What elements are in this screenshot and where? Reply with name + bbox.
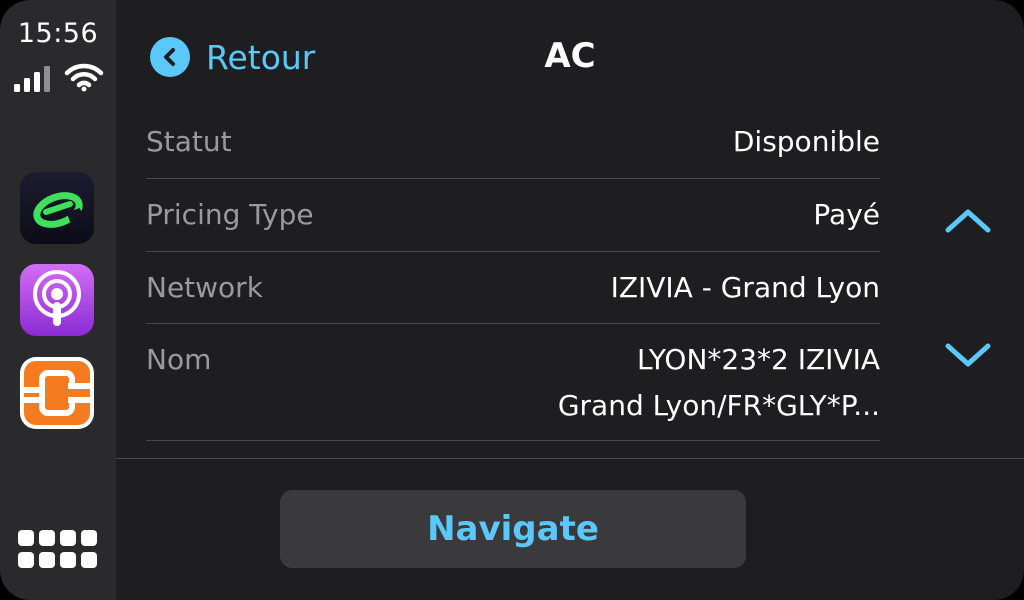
detail-row-network: Network IZIVIA - Grand Lyon xyxy=(146,266,880,324)
detail-value: IZIVIA - Grand Lyon xyxy=(610,271,880,304)
detail-row-pricing-type: Pricing Type Payé xyxy=(146,193,880,252)
charging-app-icon[interactable] xyxy=(20,357,94,429)
detail-value: Disponible xyxy=(732,125,880,158)
main-panel: Retour AC Statut Disponible Pricing Type… xyxy=(116,0,1024,600)
wifi-icon xyxy=(64,63,104,92)
detail-label: Network xyxy=(146,271,263,304)
back-button[interactable]: Retour xyxy=(150,36,315,78)
chevron-left-icon xyxy=(150,37,190,77)
cellular-signal-icon xyxy=(14,66,50,92)
scroll-down-chevron-icon[interactable] xyxy=(944,340,992,370)
detail-label: Pricing Type xyxy=(146,198,314,231)
back-label: Retour xyxy=(206,37,316,77)
detail-label: Statut xyxy=(146,125,232,158)
status-indicators xyxy=(14,62,104,92)
carplay-screen: 15:56 Retour AC Statut Disponible Pricin… xyxy=(0,0,1024,600)
page-title: AC xyxy=(544,36,596,76)
detail-value-line1: LYON*23*2 IZIVIA xyxy=(636,343,880,376)
divider xyxy=(116,458,1024,459)
navigate-button[interactable]: Navigate xyxy=(280,490,746,568)
detail-value-line2: Grand Lyon/FR*GLY*P... xyxy=(557,389,880,422)
detail-label: Nom xyxy=(146,343,212,376)
chargemap-app-icon[interactable] xyxy=(20,172,94,244)
dashboard-grid-icon[interactable] xyxy=(18,530,98,572)
detail-row-name: Nom LYON*23*2 IZIVIA Grand Lyon/FR*GLY*P… xyxy=(146,338,880,441)
podcasts-app-icon[interactable] xyxy=(20,264,94,336)
detail-row-status: Statut Disponible xyxy=(146,120,880,179)
status-time: 15:56 xyxy=(17,18,99,49)
sidebar: 15:56 xyxy=(0,0,116,600)
scroll-up-chevron-icon[interactable] xyxy=(944,206,992,236)
detail-value: Payé xyxy=(813,198,880,231)
